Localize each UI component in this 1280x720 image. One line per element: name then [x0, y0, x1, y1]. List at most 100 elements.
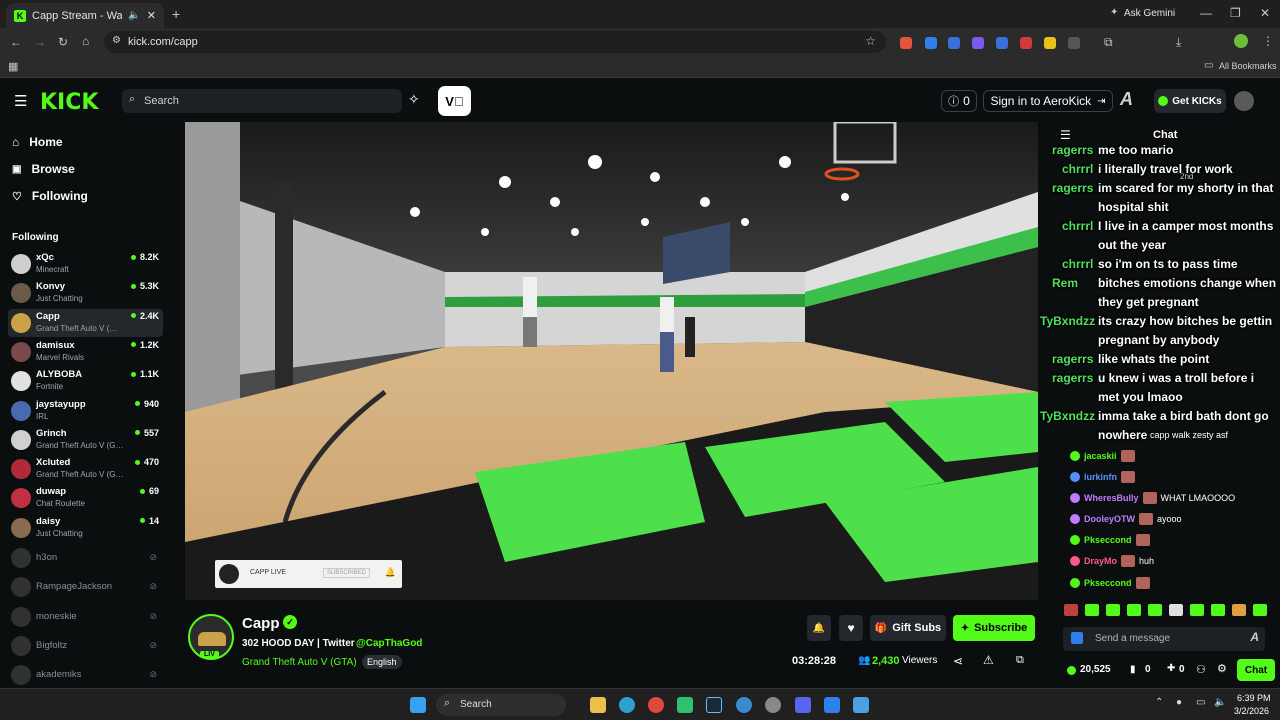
sidebar-offline-channel[interactable]: RampageJackson ⊘	[8, 573, 163, 601]
discord-icon[interactable]	[795, 697, 811, 713]
download-icon[interactable]: ⤓	[1176, 35, 1181, 50]
settings-gear-icon[interactable]: ⚙	[1217, 662, 1227, 675]
reload-icon[interactable]: ↻	[58, 35, 68, 49]
chat-send-button[interactable]: Chat	[1237, 659, 1275, 681]
sidebar-channel-xqc[interactable]: xQc Minecraft 8.2K	[8, 250, 163, 278]
chat-overlay-username[interactable]: ragerrs	[1052, 369, 1093, 388]
sidebar-offline-channel[interactable]: akademiks ⊘	[8, 661, 163, 689]
nav-home[interactable]: ⌂ Home	[12, 135, 63, 149]
chat-username[interactable]: lurkinfn	[1084, 471, 1117, 483]
report-warning-icon[interactable]: ⚠	[983, 653, 994, 667]
extension-icon[interactable]	[1044, 37, 1056, 49]
browser-menu-icon[interactable]: ⋮	[1262, 34, 1274, 48]
emote-icon[interactable]	[1190, 604, 1204, 616]
nav-following[interactable]: ♡ Following	[12, 189, 88, 203]
emote-icon[interactable]	[1232, 604, 1246, 616]
apps-grid-icon[interactable]: ▦	[8, 60, 18, 73]
emote-icon[interactable]	[1085, 604, 1099, 616]
new-tab-icon[interactable]: +	[172, 6, 180, 22]
bookmark-star-icon[interactable]: ☆	[865, 34, 876, 48]
sidebar-channel-alyboba[interactable]: ALYBOBA Fortnite 1.1K	[8, 367, 163, 395]
chat-username[interactable]: DrayMo	[1084, 555, 1117, 567]
extension-icon[interactable]	[996, 37, 1008, 49]
extension-icon[interactable]	[972, 37, 984, 49]
app-icon[interactable]	[824, 697, 840, 713]
home-icon[interactable]: ⌂	[82, 34, 89, 48]
language-tag[interactable]: English	[362, 655, 402, 669]
user-avatar[interactable]	[1234, 91, 1254, 111]
send-message-input[interactable]: Send a message A	[1063, 627, 1265, 651]
extension-icon[interactable]	[900, 37, 912, 49]
chat-overlay-username[interactable]: chrrrl	[1062, 217, 1093, 236]
tab-audio-icon[interactable]: 🔈	[128, 10, 140, 21]
restore-icon[interactable]: ❐	[1230, 6, 1241, 20]
subscribe-button[interactable]: ✦ Subscribe	[953, 615, 1035, 641]
kick-logo[interactable]: KICK	[40, 90, 98, 115]
mic-icon[interactable]: ●	[1176, 697, 1182, 708]
forward-icon[interactable]: →	[34, 35, 46, 49]
gift-subs-button[interactable]: 🎁 Gift Subs	[870, 615, 946, 641]
channel-points[interactable]: 20,525	[1080, 664, 1111, 675]
browser-tab[interactable]: K Capp Stream - Watch Live … 🔈 ✕	[6, 3, 164, 28]
sidebar-channel-jaystayupp[interactable]: jaystayupp IRL 940	[8, 397, 163, 425]
emote-icon[interactable]	[1211, 604, 1225, 616]
clock-date[interactable]: 3/2/2026	[1234, 706, 1269, 716]
tab-close-icon[interactable]: ✕	[147, 9, 156, 22]
search-input[interactable]: ⌕ Search	[122, 89, 402, 113]
chat-overlay-username[interactable]: Rem	[1052, 274, 1078, 293]
emote-icon[interactable]	[1127, 604, 1141, 616]
sidebar-channel-konvy[interactable]: Konvy Just Chatting 5.3K	[8, 279, 163, 307]
collapse-chat-icon[interactable]: ☰	[1060, 128, 1071, 142]
signin-aerokick-button[interactable]: Sign in to AeroKick ⇥	[983, 90, 1113, 112]
extension-icon[interactable]	[948, 37, 960, 49]
extension-icon[interactable]	[925, 37, 937, 49]
user-icon[interactable]: ⚇	[1196, 663, 1206, 676]
all-bookmarks-link[interactable]: All Bookmarks	[1219, 61, 1277, 71]
profile-avatar-icon[interactable]	[1234, 34, 1248, 48]
twitter-link[interactable]: @CapThaGod	[356, 638, 422, 649]
tray-chevron-icon[interactable]: ⌃	[1155, 697, 1163, 708]
site-info-icon[interactable]: ⚙	[112, 35, 121, 46]
app-icon[interactable]	[765, 697, 781, 713]
file-explorer-icon[interactable]	[590, 697, 606, 713]
chat-username[interactable]: Pkseccond	[1084, 534, 1132, 546]
chat-overlay-username[interactable]: TyBxndzz	[1040, 312, 1095, 331]
ask-gemini-button[interactable]: Ask Gemini	[1124, 8, 1175, 19]
chat-username[interactable]: DooleyOTW	[1084, 513, 1135, 525]
extensions-puzzle-icon[interactable]: ⧉	[1104, 35, 1113, 50]
hamburger-menu-icon[interactable]: ☰	[14, 92, 27, 110]
notifications-button[interactable]: ⓘ 0	[941, 90, 977, 112]
chat-username[interactable]: Pkseccond	[1084, 577, 1132, 589]
extension-icon[interactable]	[1020, 37, 1032, 49]
sidebar-channel-grinch[interactable]: Grinch Grand Theft Auto V (G… 557	[8, 426, 163, 454]
clip-icon[interactable]: ⧉	[1016, 654, 1024, 667]
gemini-icon[interactable]: ✦	[1110, 7, 1118, 18]
aerokick-logo-icon[interactable]: A	[1120, 89, 1133, 110]
chat-username[interactable]: jacaskii	[1084, 450, 1117, 462]
taskbar-search[interactable]: ⌕ Search	[436, 694, 566, 716]
chat-overlay-username[interactable]: chrrrl	[1062, 160, 1093, 179]
edge-browser-icon[interactable]	[619, 697, 635, 713]
url-input[interactable]: ⚙ kick.com/capp ☆	[104, 31, 886, 53]
streamer-name[interactable]: Capp	[242, 615, 280, 632]
emote-icon[interactable]	[1148, 604, 1162, 616]
emote-icon[interactable]	[1169, 604, 1183, 616]
steam-icon[interactable]	[706, 697, 722, 713]
follow-heart-button[interactable]: ♥	[839, 615, 863, 641]
chat-overlay-username[interactable]: ragerrs	[1052, 179, 1093, 198]
sidebar-offline-channel[interactable]: Bigfoltz ⊘	[8, 632, 163, 660]
get-kicks-button[interactable]: Get KICKs	[1154, 89, 1226, 113]
chat-overlay-username[interactable]: ragerrs	[1052, 350, 1093, 369]
emote-icon[interactable]	[1106, 604, 1120, 616]
sidebar-offline-channel[interactable]: h3on ⊘	[8, 544, 163, 572]
sidebar-channel-duwap[interactable]: duwap Chat Roulette 69	[8, 484, 163, 512]
minimize-icon[interactable]: —	[1200, 6, 1212, 20]
kick-emote-icon[interactable]	[1071, 632, 1083, 644]
window-close-icon[interactable]: ✕	[1260, 6, 1270, 20]
network-icon[interactable]: ▭	[1196, 697, 1205, 708]
app-icon[interactable]	[677, 697, 693, 713]
volume-icon[interactable]: 🔈	[1214, 697, 1226, 708]
back-icon[interactable]: ←	[10, 35, 22, 49]
extension-icon[interactable]	[1068, 37, 1080, 49]
sidebar-channel-daisy[interactable]: daisy Just Chatting 14	[8, 514, 163, 542]
